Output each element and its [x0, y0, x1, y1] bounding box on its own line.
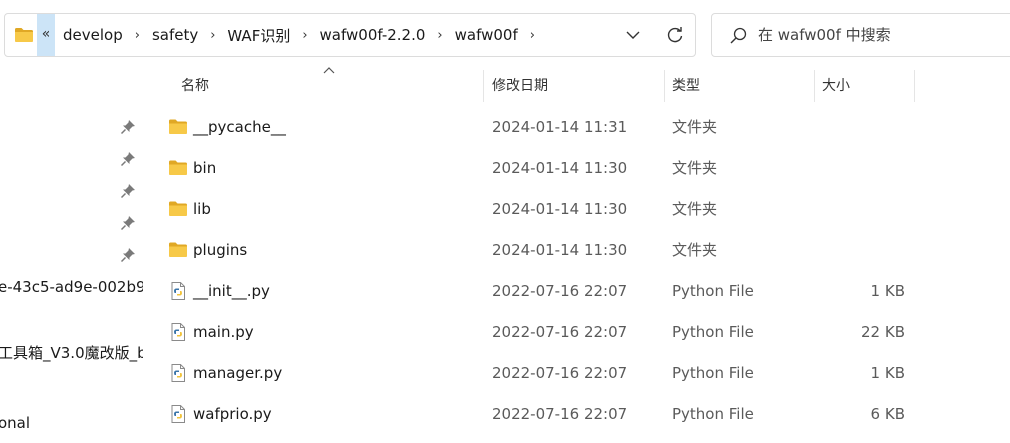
file-size: 1 KB [870, 282, 905, 300]
breadcrumb-item-wafw00f[interactable]: wafw00f [451, 26, 522, 44]
file-date: 2022-07-16 22:07 [492, 323, 628, 341]
file-type: 文件夹 [672, 200, 718, 218]
chevron-right-icon[interactable]: › [127, 28, 148, 43]
file-row[interactable]: __init__.py 2022-07-16 22:07 Python File… [163, 271, 923, 311]
file-size [813, 107, 905, 147]
chevron-right-icon[interactable]: › [429, 28, 450, 43]
search-icon [730, 27, 747, 44]
file-date: 2022-07-16 22:07 [492, 405, 628, 423]
breadcrumb-item-wafw00f-2-2-0[interactable]: wafw00f-2.2.0 [316, 26, 430, 44]
refresh-icon[interactable] [665, 25, 685, 45]
file-row[interactable]: __pycache__ 2024-01-14 11:31 文件夹 [163, 107, 923, 147]
double-chevron-icon: « [41, 26, 51, 42]
pin-icon[interactable] [120, 151, 136, 167]
breadcrumb-item-waf[interactable]: WAF识别 [223, 25, 294, 46]
folder-icon [169, 119, 187, 134]
column-header-type[interactable]: 类型 [672, 70, 700, 106]
file-name: __pycache__ [193, 118, 286, 136]
folder-icon [169, 160, 187, 175]
nav-item-guid[interactable]: e-43c5-ad9e-002b9 [0, 278, 143, 296]
file-date: 2022-07-16 22:07 [492, 282, 628, 300]
file-name: wafprio.py [193, 405, 272, 423]
overflow-crumbs-button[interactable]: « [37, 14, 55, 56]
search-box[interactable] [711, 13, 1010, 57]
column-header-size[interactable]: 大小 [822, 70, 850, 106]
file-date: 2024-01-14 11:31 [492, 118, 628, 136]
file-type: 文件夹 [672, 241, 718, 259]
sort-ascending-icon [323, 67, 335, 74]
file-type: 文件夹 [672, 118, 718, 136]
nav-item-toolbox[interactable]: 工具箱_V3.0魔改版_b [0, 342, 143, 363]
file-type: 文件夹 [672, 159, 718, 177]
breadcrumb: develop › safety › WAF识别 › wafw00f-2.2.0… [59, 14, 543, 56]
pin-icon[interactable] [120, 119, 136, 135]
address-bar[interactable]: « develop › safety › WAF识别 › wafw00f-2.2… [4, 13, 696, 57]
file-name: main.py [193, 323, 254, 341]
file-row[interactable]: lib 2024-01-14 11:30 文件夹 [163, 189, 923, 229]
chevron-right-icon[interactable]: › [522, 28, 543, 43]
file-name: manager.py [193, 364, 283, 382]
file-row[interactable]: wafprio.py 2022-07-16 22:07 Python File … [163, 394, 923, 434]
python-file-icon [171, 364, 185, 382]
file-row[interactable]: manager.py 2022-07-16 22:07 Python File … [163, 353, 923, 393]
file-row[interactable]: main.py 2022-07-16 22:07 Python File 22 … [163, 312, 923, 352]
address-bar-row: « develop › safety › WAF识别 › wafw00f-2.2… [0, 0, 1010, 72]
breadcrumb-item-safety[interactable]: safety [148, 26, 202, 44]
file-type: Python File [672, 323, 754, 341]
navigation-pane: e-43c5-ad9e-002b9 工具箱_V3.0魔改版_b onal [0, 72, 143, 443]
file-size: 6 KB [870, 405, 905, 423]
file-date: 2022-07-16 22:07 [492, 364, 628, 382]
folder-icon [169, 201, 187, 216]
folder-icon [15, 28, 33, 42]
search-input[interactable] [758, 22, 998, 48]
nav-item-onal[interactable]: onal [0, 414, 30, 432]
file-row[interactable]: bin 2024-01-14 11:30 文件夹 [163, 148, 923, 188]
file-type: Python File [672, 405, 754, 423]
column-header-date[interactable]: 修改日期 [492, 70, 548, 106]
file-size [813, 148, 905, 188]
file-type: Python File [672, 282, 754, 300]
file-row[interactable]: plugins 2024-01-14 11:30 文件夹 [163, 230, 923, 270]
file-name: lib [193, 200, 211, 218]
pin-icon[interactable] [120, 215, 136, 231]
file-date: 2024-01-14 11:30 [492, 159, 628, 177]
column-header-name[interactable]: 名称 [181, 70, 209, 106]
file-size [813, 189, 905, 229]
python-file-icon [171, 323, 185, 341]
file-list: 名称 修改日期 类型 大小 __pycache__ 2024-01-14 11:… [143, 64, 1010, 443]
file-name: __init__.py [193, 282, 270, 300]
file-type: Python File [672, 364, 754, 382]
file-size [813, 230, 905, 270]
file-name: plugins [193, 241, 248, 259]
column-divider[interactable] [483, 70, 484, 102]
chevron-right-icon[interactable]: › [202, 28, 223, 43]
file-name: bin [193, 159, 217, 177]
pin-icon[interactable] [120, 183, 136, 199]
chevron-right-icon[interactable]: › [294, 28, 315, 43]
pin-icon[interactable] [120, 247, 136, 263]
folder-icon [169, 242, 187, 257]
column-divider[interactable] [814, 70, 815, 102]
file-date: 2024-01-14 11:30 [492, 200, 628, 218]
column-divider[interactable] [914, 70, 915, 102]
python-file-icon [171, 405, 185, 423]
file-size: 22 KB [861, 323, 905, 341]
chevron-down-icon[interactable] [623, 25, 643, 45]
python-file-icon [171, 282, 185, 300]
file-size: 1 KB [870, 364, 905, 382]
file-date: 2024-01-14 11:30 [492, 241, 628, 259]
breadcrumb-item-develop[interactable]: develop [59, 26, 127, 44]
column-divider[interactable] [664, 70, 665, 102]
